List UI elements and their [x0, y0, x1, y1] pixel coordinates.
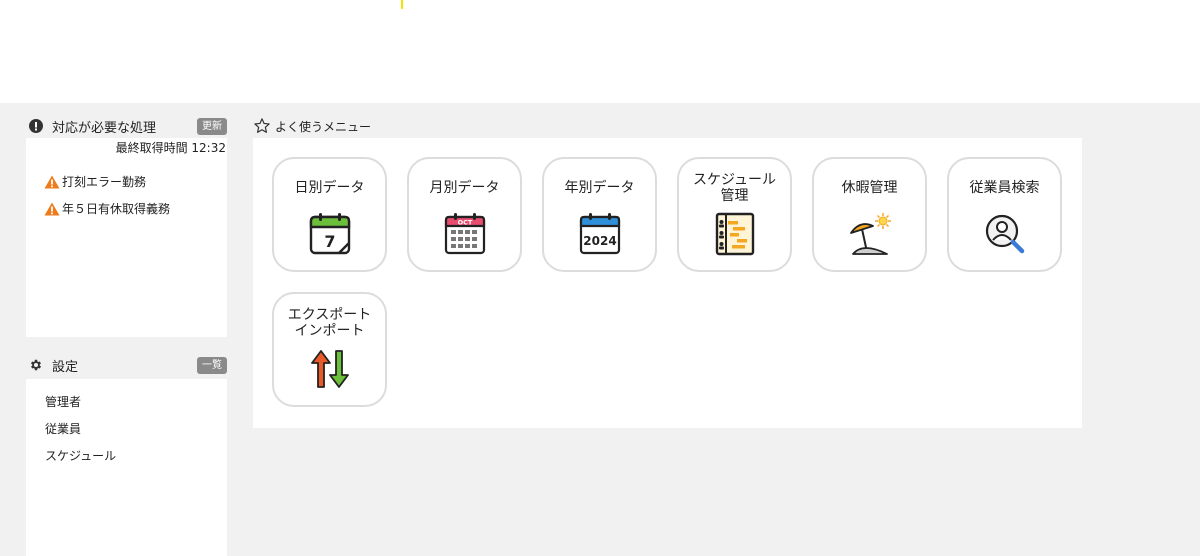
todo-panel: 最終取得時間 12:32 打刻エラー勤務 年５日有休取得義務	[26, 138, 227, 337]
gear-icon	[28, 357, 44, 373]
tile-label: 従業員検索	[969, 180, 1040, 196]
calendar-year-text: 2024	[583, 234, 616, 248]
tile-daily-data[interactable]: 日別データ 7	[272, 157, 387, 272]
tile-employee-search[interactable]: 従業員検索	[947, 157, 1062, 272]
settings-item-schedule[interactable]: スケジュール	[45, 442, 116, 469]
calendar-year-icon: 2024	[577, 211, 623, 257]
settings-list: 管理者 従業員 スケジュール	[45, 388, 116, 469]
todo-panel-title: 対応が必要な処理	[52, 120, 157, 136]
calendar-day-icon: 7	[307, 211, 353, 257]
tile-schedule-management[interactable]: スケジュール 管理	[677, 157, 792, 272]
todo-list: 打刻エラー勤務 年５日有休取得義務	[44, 168, 170, 222]
tile-label: 日別データ	[294, 180, 365, 196]
calendar-month-text: OCT	[457, 219, 472, 227]
top-bar	[0, 0, 1200, 103]
todo-panel-header: 対応が必要な処理 更新	[26, 114, 227, 138]
warning-icon	[44, 175, 60, 188]
tile-label: 休暇管理	[841, 180, 898, 196]
text-cursor-marker	[401, 0, 403, 9]
user-search-icon	[982, 211, 1028, 257]
last-fetched-time: 最終取得時間 12:32	[115, 141, 226, 155]
settings-item-admin[interactable]: 管理者	[45, 388, 116, 415]
tile-leave-management[interactable]: 休暇管理	[812, 157, 927, 272]
todo-item-paid-leave-obligation[interactable]: 年５日有休取得義務	[44, 195, 170, 222]
schedule-chart-icon	[712, 211, 758, 257]
settings-panel-title: 設定	[52, 359, 79, 375]
tile-yearly-data[interactable]: 年別データ 2024	[542, 157, 657, 272]
beach-umbrella-icon	[847, 211, 893, 257]
main-content: 対応が必要な処理 更新 最終取得時間 12:32 打刻エラー勤務 年５日有休取得…	[0, 103, 1200, 556]
tile-export-import[interactable]: エクスポート インポート	[272, 292, 387, 407]
list-button[interactable]: 一覧	[197, 356, 227, 374]
tile-monthly-data[interactable]: 月別データ OCT	[407, 157, 522, 272]
calendar-month-icon: OCT	[442, 211, 488, 257]
calendar-day-number: 7	[324, 232, 335, 251]
todo-item-punch-error[interactable]: 打刻エラー勤務	[44, 168, 170, 195]
todo-item-label: 年５日有休取得義務	[62, 202, 171, 216]
tile-label: スケジュール 管理	[692, 172, 777, 204]
menu-panel: 日別データ 7 月別データ OCT 年別データ 2024 スケジュール 管理 休…	[253, 138, 1082, 428]
tile-label: 月別データ	[429, 180, 500, 196]
settings-panel: 管理者 従業員 スケジュール	[26, 379, 227, 556]
menu-header: よく使うメニュー	[253, 116, 371, 136]
exclamation-circle-icon	[28, 118, 44, 134]
settings-item-employee[interactable]: 従業員	[45, 415, 116, 442]
warning-icon	[44, 202, 60, 215]
refresh-button[interactable]: 更新	[197, 117, 227, 135]
todo-item-label: 打刻エラー勤務	[62, 175, 147, 189]
export-import-arrows-icon	[307, 346, 353, 392]
tile-label: 年別データ	[564, 180, 635, 196]
settings-panel-header: 設定 一覧	[26, 353, 227, 377]
tile-label: エクスポート インポート	[287, 307, 372, 339]
menu-title: よく使うメニュー	[275, 119, 372, 134]
star-icon	[254, 118, 270, 133]
